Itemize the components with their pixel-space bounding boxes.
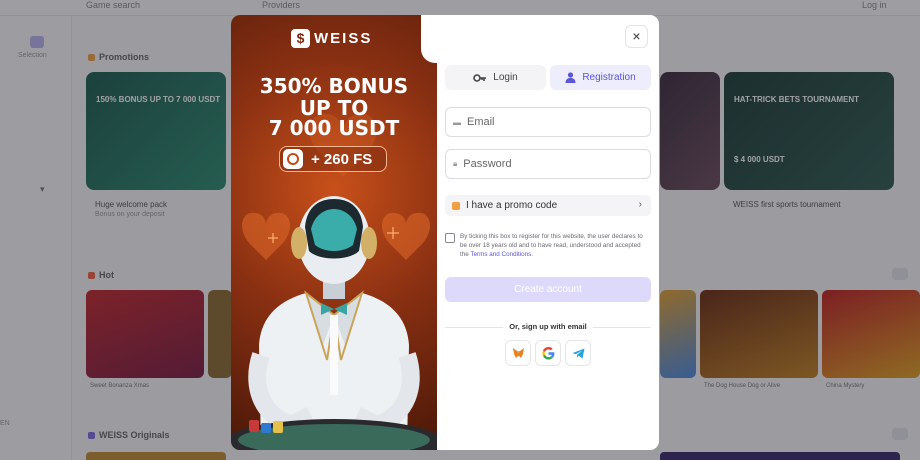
promo-artwork: $ WEISS 350% BONUS UP TO 7 000 USDT + 26… <box>231 15 437 450</box>
tab-login-label: Login <box>493 72 518 83</box>
chevron-right-icon: › <box>638 199 642 210</box>
telegram-button[interactable] <box>565 340 591 366</box>
promo-code-label: I have a promo code <box>466 200 558 211</box>
key-icon <box>473 73 487 82</box>
terms-link[interactable]: Terms and Conditions <box>470 251 531 258</box>
bonus-amount: 7 000 USDT <box>268 116 400 140</box>
registration-form-panel: × Login Registration ▬ 🔒︎ I have a p <box>437 15 659 450</box>
password-input[interactable] <box>463 158 634 170</box>
terms-checkbox[interactable] <box>445 233 455 243</box>
bonus-subline: UP TO <box>299 96 369 120</box>
divider: Or, sign up with email <box>445 322 651 332</box>
artwork-notch <box>421 15 437 63</box>
create-account-button[interactable]: Create account <box>445 277 651 302</box>
telegram-icon <box>572 348 584 358</box>
chip-icon <box>283 149 303 169</box>
registration-modal: $ WEISS 350% BONUS UP TO 7 000 USDT + 26… <box>231 15 659 450</box>
close-button[interactable]: × <box>625 25 648 48</box>
bonus-headline: 350% BONUS <box>259 74 409 98</box>
weiss-logo-icon: $ <box>291 28 310 48</box>
free-spins-badge: + 260 FS <box>279 146 387 172</box>
email-input[interactable] <box>467 116 637 128</box>
gift-icon <box>452 201 460 210</box>
divider-text: Or, sign up with email <box>503 322 593 331</box>
email-field[interactable]: ▬ <box>445 107 651 137</box>
promo-code-toggle[interactable]: I have a promo code › <box>445 195 651 216</box>
user-icon <box>565 72 576 83</box>
metamask-button[interactable] <box>505 340 531 366</box>
tab-registration[interactable]: Registration <box>550 65 651 90</box>
brand-name: WEISS <box>314 29 373 47</box>
free-spins-text: + 260 FS <box>311 150 373 168</box>
tab-registration-label: Registration <box>582 72 636 83</box>
metamask-icon <box>512 348 524 358</box>
email-icon: ▬ <box>453 117 461 127</box>
google-icon <box>541 346 554 360</box>
lock-icon: 🔒︎ <box>453 159 458 168</box>
tab-login[interactable]: Login <box>445 65 546 90</box>
password-field[interactable]: 🔒︎ <box>445 149 651 179</box>
brand-logo: $ WEISS <box>291 28 372 48</box>
google-button[interactable] <box>535 340 561 366</box>
terms-text: By ticking this box to register for this… <box>460 233 643 258</box>
